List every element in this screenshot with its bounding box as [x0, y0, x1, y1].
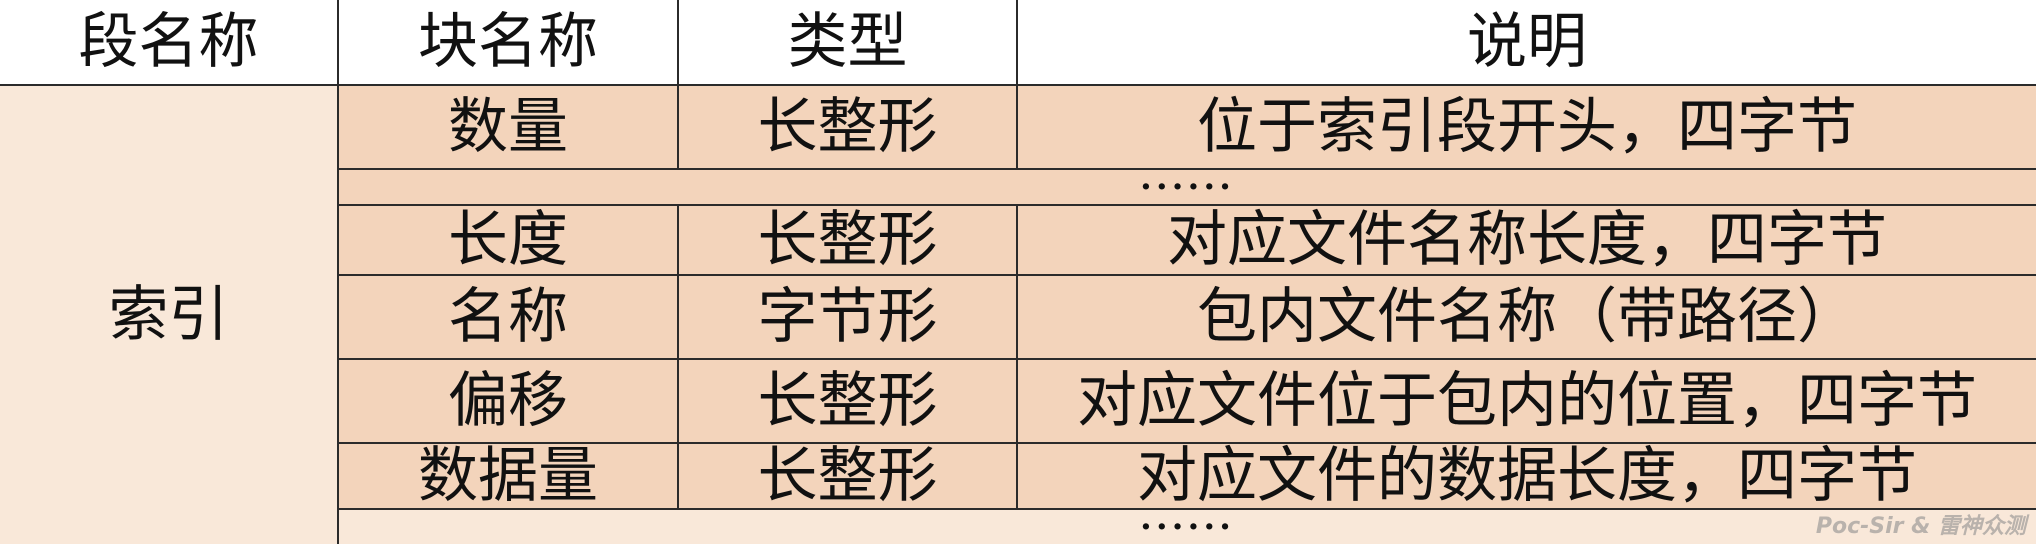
watermark: Poc-Sir & 雷神众测: [1815, 514, 2026, 539]
type-cell: 长整形: [679, 206, 1018, 276]
type-cell: 长整形: [679, 360, 1018, 444]
file-format-table: 段名称 块名称 类型 说明 索引 数量 长整形 位于索引段开头，四字节 ····…: [0, 0, 2036, 544]
header-type: 类型: [679, 0, 1018, 86]
type-cell: 字节形: [679, 276, 1018, 360]
header-segment-name: 段名称: [0, 0, 339, 86]
block-name-cell: 名称: [339, 276, 679, 360]
header-block-name: 块名称: [339, 0, 679, 86]
description-cell: 对应文件的数据长度，四字节: [1018, 444, 2036, 510]
block-name-cell: 偏移: [339, 360, 679, 444]
type-cell: 长整形: [679, 86, 1018, 170]
block-name-cell: 数据量: [339, 444, 679, 510]
type-cell: 长整形: [679, 444, 1018, 510]
description-cell: 对应文件位于包内的位置，四字节: [1018, 360, 2036, 444]
description-cell: 位于索引段开头，四字节: [1018, 86, 2036, 170]
block-name-cell: 数量: [339, 86, 679, 170]
header-description: 说明: [1018, 0, 2036, 86]
block-name-cell: 长度: [339, 206, 679, 276]
description-cell: 包内文件名称（带路径）: [1018, 276, 2036, 360]
description-cell: 对应文件名称长度，四字节: [1018, 206, 2036, 276]
ellipsis-row: ······: [339, 170, 2036, 206]
segment-cell: 索引: [0, 86, 339, 544]
ellipsis-row-bottom: ······: [339, 510, 2036, 544]
